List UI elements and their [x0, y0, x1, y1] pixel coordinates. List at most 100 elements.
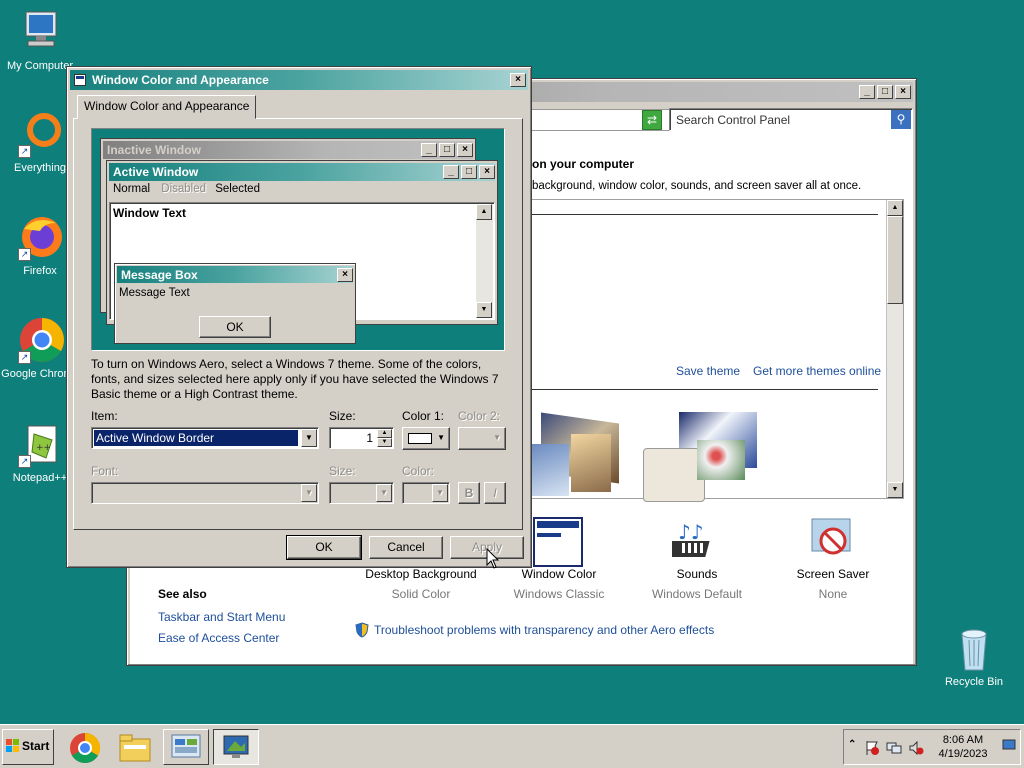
network-icon[interactable] [886, 740, 902, 756]
scroll-down-icon: ▼ [476, 302, 492, 318]
screen-saver-item[interactable]: Screen Saver None [768, 567, 898, 601]
cancel-button[interactable]: Cancel [369, 536, 443, 559]
mouse-cursor-icon [486, 547, 500, 570]
maximize-icon[interactable]: □ [877, 85, 893, 99]
theme-thumbnail[interactable] [639, 410, 774, 502]
scroll-down-icon[interactable]: ▼ [887, 482, 903, 498]
item-sublabel: Windows Default [651, 587, 743, 601]
save-theme-link[interactable]: Save theme [676, 364, 740, 378]
close-icon[interactable]: × [510, 73, 526, 87]
taskbar-control-panel[interactable] [163, 729, 209, 765]
font-select: ▼ [91, 482, 319, 504]
close-icon: × [337, 267, 353, 282]
desktop-background-item[interactable]: Desktop Background Solid Color [356, 567, 486, 601]
close-icon[interactable]: × [895, 85, 911, 99]
start-button[interactable]: Start [2, 729, 54, 765]
item-label: Sounds [676, 567, 718, 581]
desktop-icon-recycle-bin[interactable]: Recycle Bin [934, 624, 1014, 688]
clock[interactable]: 8:06 AM 4/19/2023 [932, 733, 994, 761]
item-sublabel: Windows Classic [513, 587, 605, 601]
scroll-up-icon[interactable]: ▲ [887, 200, 903, 216]
theme-list: Save theme Get more themes online ▲ ▼ [530, 199, 904, 502]
color-swatch [408, 433, 432, 444]
font-size-select: ▼ [329, 482, 394, 504]
preview-scrollbar: ▲ ▼ [476, 204, 493, 318]
volume-muted-icon[interactable] [908, 740, 924, 756]
desktop-icon-label: Recycle Bin [944, 676, 1004, 688]
dialog-title: Window Color and Appearance [92, 73, 269, 87]
chevron-up-icon[interactable]: ⌃ [848, 739, 856, 750]
tab-window-color[interactable]: Window Color and Appearance [77, 95, 257, 119]
scroll-thumb[interactable] [887, 216, 903, 304]
minimize-icon[interactable]: _ [859, 85, 875, 99]
chevron-down-icon: ▼ [493, 433, 501, 442]
ok-button[interactable]: OK [286, 535, 362, 560]
window-color-item[interactable]: Window Color Windows Classic [494, 567, 624, 601]
ease-of-access-link[interactable]: Ease of Access Center [158, 631, 279, 645]
search-input[interactable]: Search Control Panel ⚲ [669, 108, 913, 131]
chrome-icon[interactable] [68, 731, 102, 765]
dialog-titlebar: Window Color and Appearance × [70, 70, 528, 90]
theme-image [571, 434, 611, 492]
minimize-icon: _ [443, 165, 459, 179]
taskbar-window-color[interactable] [213, 729, 259, 765]
start-label: Start [22, 739, 50, 753]
theme-image [697, 440, 745, 480]
maximize-icon: □ [461, 165, 477, 179]
item-select[interactable]: Active Window Border ▼ [91, 427, 319, 449]
system-tray: ⌃ 8:06 AM 4/19/2023 [843, 729, 1021, 765]
spin-down-icon[interactable]: ▼ [377, 438, 392, 447]
theme-image [531, 444, 569, 496]
window-color-dialog: Window Color and Appearance × Window Col… [66, 66, 532, 568]
close-icon: × [479, 165, 495, 179]
recycle-bin-icon [950, 624, 998, 672]
font-color-label: Color: [402, 464, 435, 478]
troubleshoot-link[interactable]: Troubleshoot problems with transparency … [374, 623, 714, 637]
action-center-icon[interactable] [864, 740, 880, 756]
page-subheading: background, window color, sounds, and sc… [532, 180, 862, 192]
show-desktop-icon[interactable] [1002, 738, 1016, 752]
desktop-icon-my-computer[interactable]: My Computer [0, 8, 80, 72]
theme-list-scrollbar[interactable]: ▲ ▼ [886, 200, 903, 498]
bold-button: B [458, 482, 480, 504]
notepadpp-icon: ++ ↗ [16, 420, 64, 468]
shortcut-arrow-icon: ↗ [18, 351, 31, 364]
color2-button: ▼ [458, 427, 506, 450]
windows-logo-icon [6, 739, 20, 753]
taskbar-start-menu-link[interactable]: Taskbar and Start Menu [158, 610, 285, 624]
window-color-icon[interactable] [533, 517, 583, 567]
sounds-icon[interactable]: ♪♪ [663, 517, 722, 563]
file-explorer-icon[interactable] [118, 733, 152, 763]
chevron-down-icon: ▼ [432, 484, 448, 502]
sounds-item[interactable]: Sounds Windows Default [632, 567, 762, 601]
everything-icon: ↗ [16, 110, 64, 158]
divider [531, 214, 878, 215]
size-spinner[interactable]: 1 ▲ ▼ [329, 427, 394, 449]
font-size-label: Size: [329, 464, 356, 478]
maximize-icon: □ [439, 143, 455, 157]
svg-text:♪♪: ♪♪ [678, 520, 704, 544]
menu-disabled: Disabled [161, 183, 207, 195]
get-more-themes-link[interactable]: Get more themes online [753, 364, 881, 378]
chevron-down-icon: ▼ [376, 484, 392, 502]
search-placeholder: Search Control Panel [676, 113, 791, 127]
search-icon[interactable]: ⚲ [891, 110, 911, 129]
item-sublabel: None [818, 587, 848, 601]
refresh-icon[interactable]: ⇄ [642, 110, 662, 130]
color2-label: Color 2: [458, 409, 501, 423]
window-color-bar [537, 533, 561, 537]
shortcut-arrow-icon: ↗ [18, 145, 31, 158]
message-text: Message Text [119, 287, 190, 299]
chevron-down-icon[interactable]: ▼ [301, 429, 317, 447]
italic-button: I [484, 482, 506, 504]
see-also-heading: See also [158, 587, 207, 601]
shield-icon [354, 622, 370, 638]
theme-thumbnail[interactable] [531, 410, 626, 500]
item-label: Window Color [521, 567, 597, 581]
screen-saver-icon[interactable] [808, 517, 858, 563]
color1-label: Color 1: [402, 409, 445, 423]
spin-up-icon[interactable]: ▲ [377, 429, 392, 438]
shortcut-arrow-icon: ↗ [18, 455, 31, 468]
chevron-down-icon: ▼ [301, 484, 317, 502]
color1-button[interactable]: ▼ [402, 427, 450, 450]
